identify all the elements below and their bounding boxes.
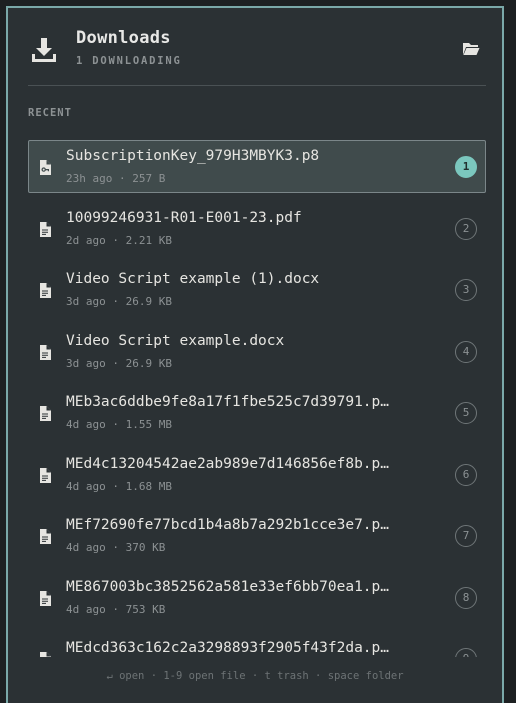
download-item[interactable]: SubscriptionKey_979H3MBYK3.p8 23h ago · … [28,140,486,193]
download-item[interactable]: Video Script example (1).docx 3d ago · 2… [28,263,486,316]
download-item[interactable]: MEb3ac6ddbe9fe8a17f1fbe525c7d39791.p… 4d… [28,386,486,439]
document-icon [40,283,51,298]
file-meta: 3d ago · 26.9 KB [66,295,172,308]
download-item[interactable]: MEf72690fe77bcd1b4a8b7a292b1cce3e7.p… 4d… [28,509,486,562]
document-icon [40,406,51,421]
section-label-recent: RECENT [28,107,72,119]
index-badge: 3 [455,279,477,301]
document-icon [40,222,51,237]
panel-title: Downloads [76,28,171,48]
file-meta: 4d ago · 1.68 MB [66,480,172,493]
downloads-header: Downloads 1 DOWNLOADING [8,8,502,88]
index-badge: 1 [455,156,477,178]
document-icon [40,529,51,544]
file-name: SubscriptionKey_979H3MBYK3.p8 [66,148,320,164]
download-item[interactable]: MEd4c13204542ae2ab989e7d146856ef8b.p… 4d… [28,448,486,501]
file-meta: 2d ago · 2.21 KB [66,234,172,247]
file-name: ME867003bc3852562a581e33ef6bb70ea1.p… [66,579,390,595]
index-badge: 6 [455,464,477,486]
key-file-icon [40,160,51,175]
file-name: MEf72690fe77bcd1b4a8b7a292b1cce3e7.p… [66,517,390,533]
index-badge: 7 [455,525,477,547]
index-badge: 2 [455,218,477,240]
download-item[interactable]: Video Script example.docx 3d ago · 26.9 … [28,325,486,378]
download-item[interactable]: 10099246931-R01-E001-23.pdf 2d ago · 2.2… [28,202,486,255]
index-badge: 5 [455,402,477,424]
file-name: Video Script example.docx [66,333,285,349]
document-icon [40,345,51,360]
download-item[interactable]: ME867003bc3852562a581e33ef6bb70ea1.p… 4d… [28,571,486,624]
file-name: Video Script example (1).docx [66,271,320,287]
header-divider [28,85,486,86]
download-tray-icon [32,38,56,62]
document-icon [40,591,51,606]
download-item[interactable]: MEdcd363c162c2a3298893f2905f43f2da.p… 9 [28,632,486,657]
document-icon [40,468,51,483]
keyboard-hints: ↵ open · 1-9 open file · t trash · space… [106,670,404,682]
folder-open-icon[interactable] [462,41,480,56]
file-meta: 4d ago · 370 KB [66,541,166,554]
index-badge: 8 [455,587,477,609]
downloads-list: SubscriptionKey_979H3MBYK3.p8 23h ago · … [28,132,486,657]
file-meta: 4d ago · 1.55 MB [66,418,172,431]
downloading-status: 1 DOWNLOADING [76,55,182,67]
file-meta: 23h ago · 257 B [66,172,166,185]
file-meta: 4d ago · 753 KB [66,603,166,616]
index-badge: 9 [455,648,477,657]
index-badge: 4 [455,341,477,363]
file-name: 10099246931-R01-E001-23.pdf [66,210,302,226]
file-meta: 3d ago · 26.9 KB [66,357,172,370]
file-name: MEb3ac6ddbe9fe8a17f1fbe525c7d39791.p… [66,394,390,410]
file-name: MEd4c13204542ae2ab989e7d146856ef8b.p… [66,456,390,472]
file-name: MEdcd363c162c2a3298893f2905f43f2da.p… [66,640,390,656]
downloads-panel: Downloads 1 DOWNLOADING RECENT Subscript… [6,6,504,703]
document-icon [40,652,51,657]
